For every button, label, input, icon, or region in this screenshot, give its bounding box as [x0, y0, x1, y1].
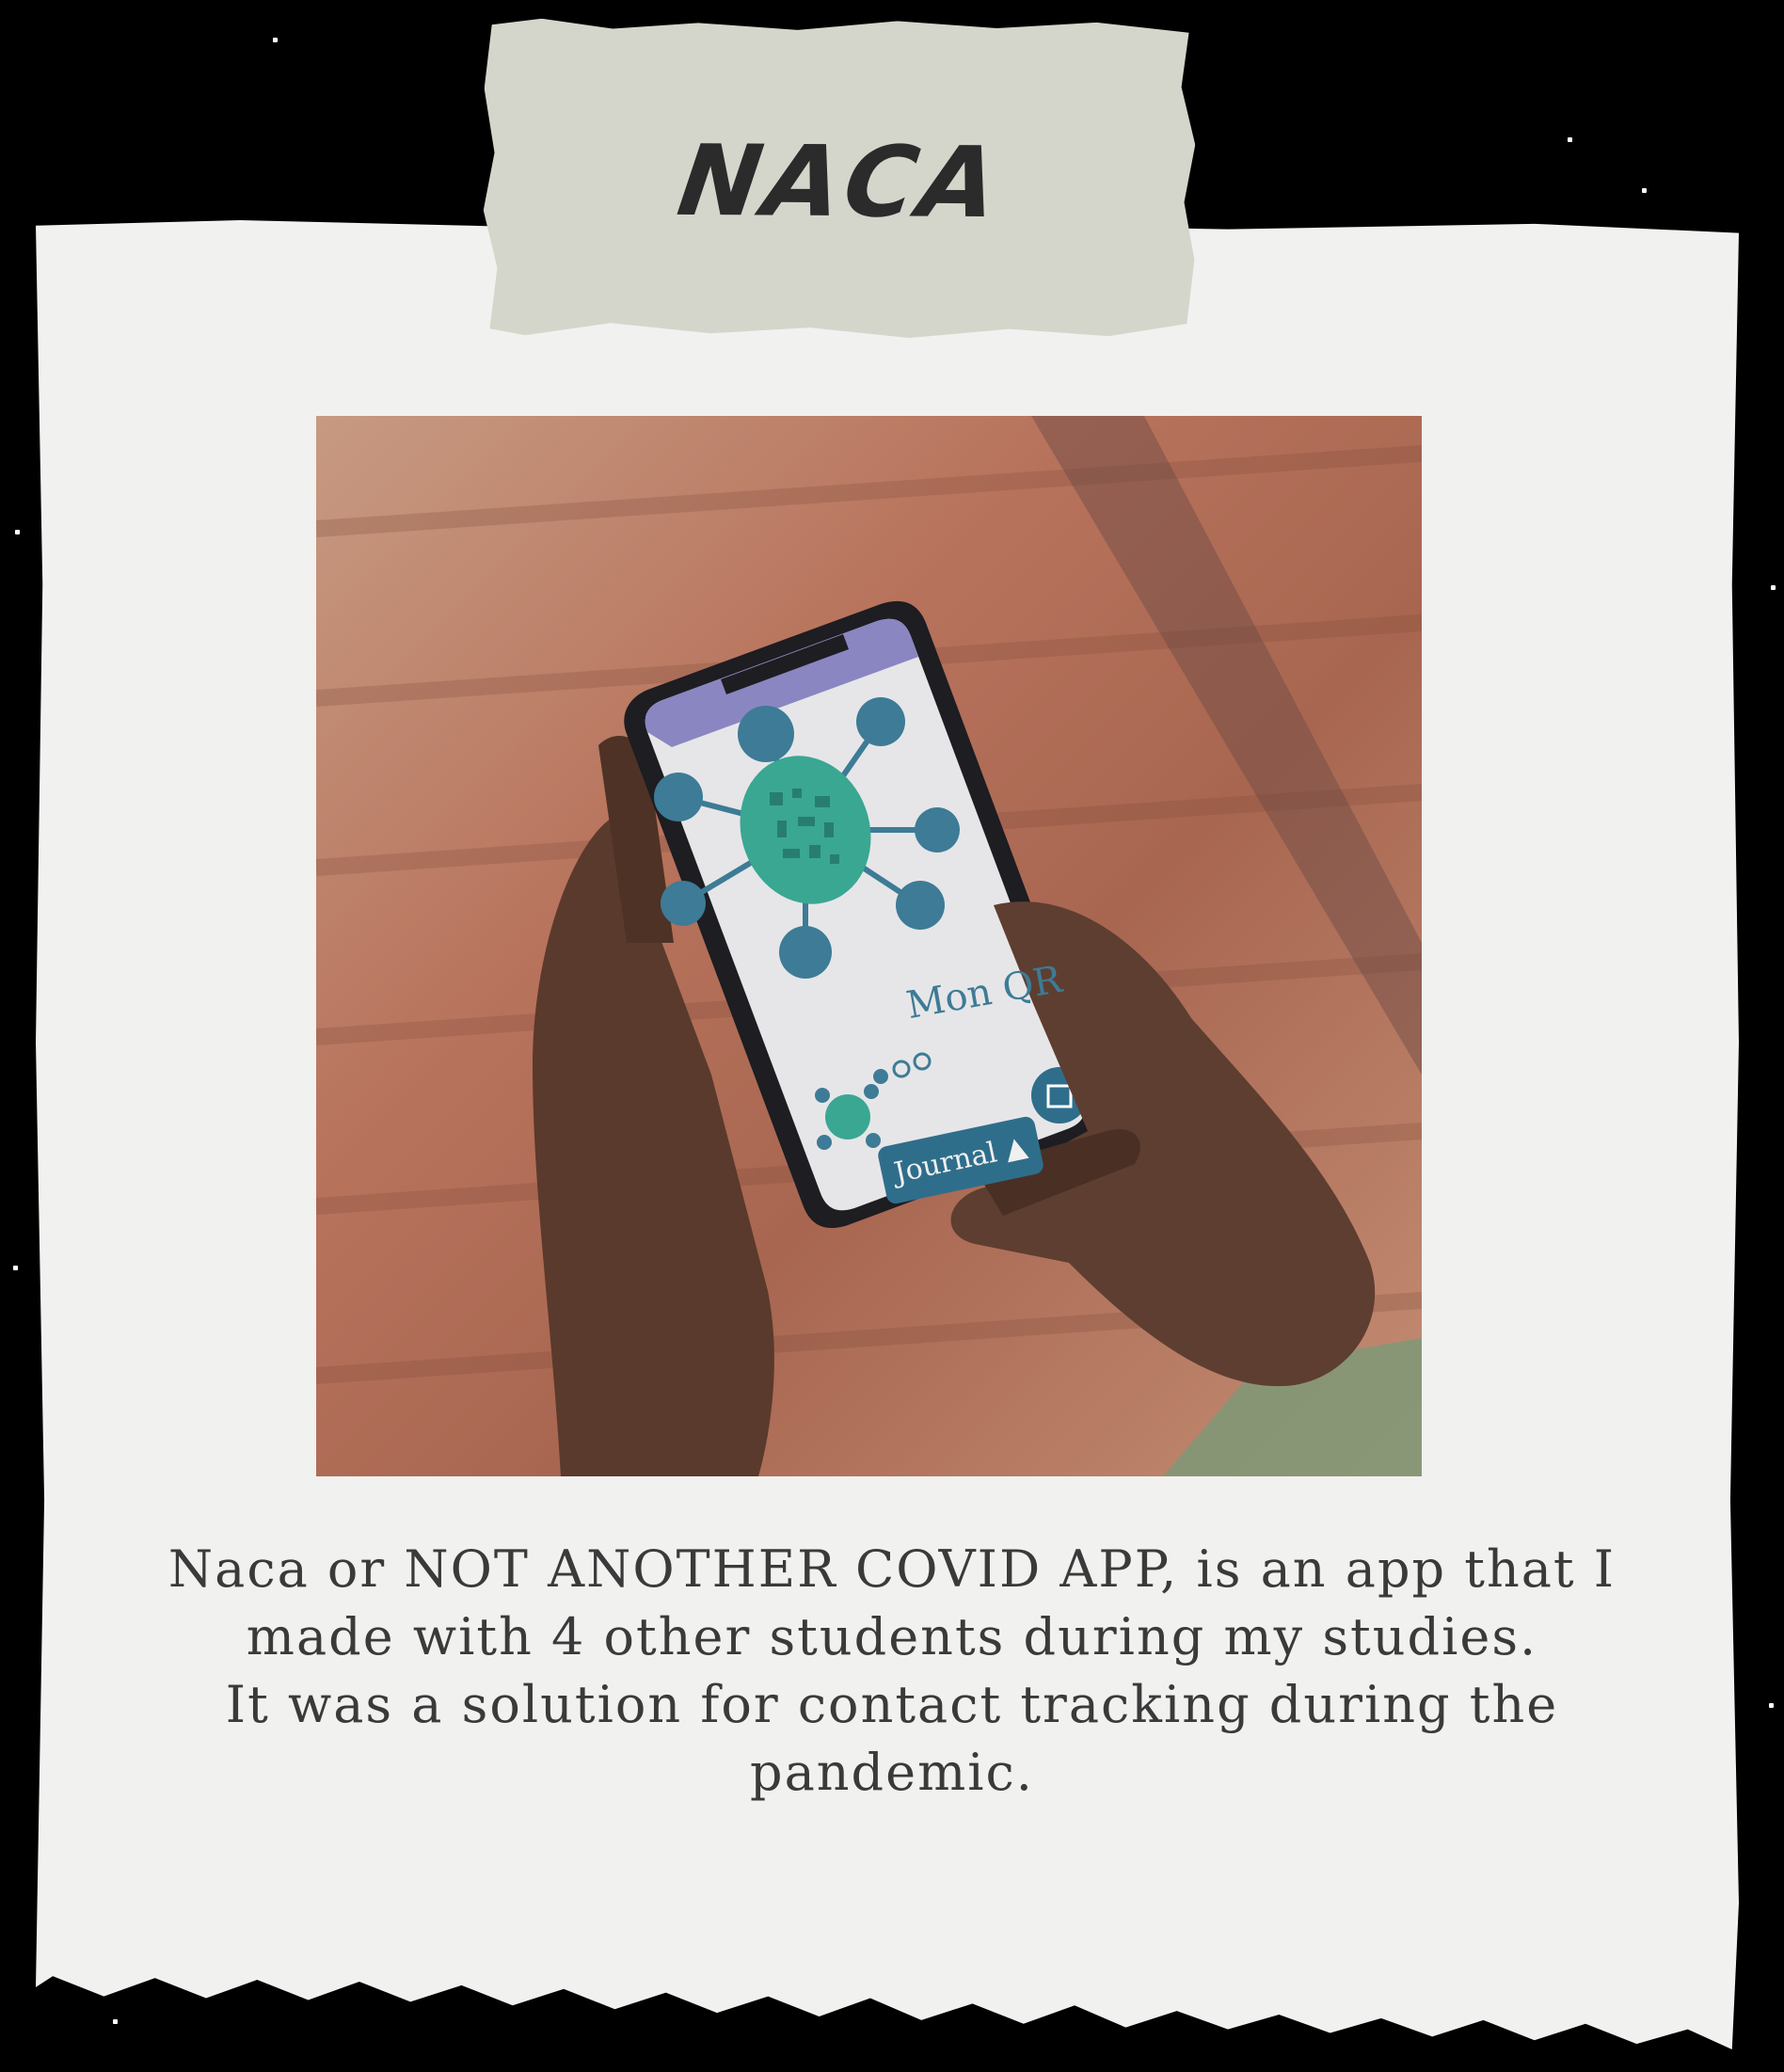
- background-speck: [273, 38, 278, 42]
- caption-line: Naca or NOT ANOTHER COVID APP, is an app…: [167, 1539, 1617, 1666]
- journal-button-label: Journal: [891, 1136, 1000, 1190]
- phone-in-hands-illustration: [316, 416, 1422, 1476]
- background-speck: [13, 1266, 18, 1270]
- background-speck: [1642, 188, 1647, 193]
- background-speck: [113, 2019, 118, 2024]
- tape-label: NACA: [483, 18, 1196, 343]
- naca-logo: NACA: [660, 122, 1019, 241]
- caption-text: Naca or NOT ANOTHER COVID APP, is an app…: [141, 1536, 1643, 1807]
- background-speck: [15, 530, 20, 534]
- background-speck: [1769, 1703, 1774, 1708]
- background-speck: [1771, 585, 1776, 590]
- hero-photo: Mon QR Journal ▲: [316, 416, 1422, 1476]
- triangle-up-icon: ▲: [1001, 1129, 1030, 1167]
- background-speck: [1568, 137, 1572, 142]
- caption-line: It was a solution for contact tracking d…: [225, 1675, 1559, 1802]
